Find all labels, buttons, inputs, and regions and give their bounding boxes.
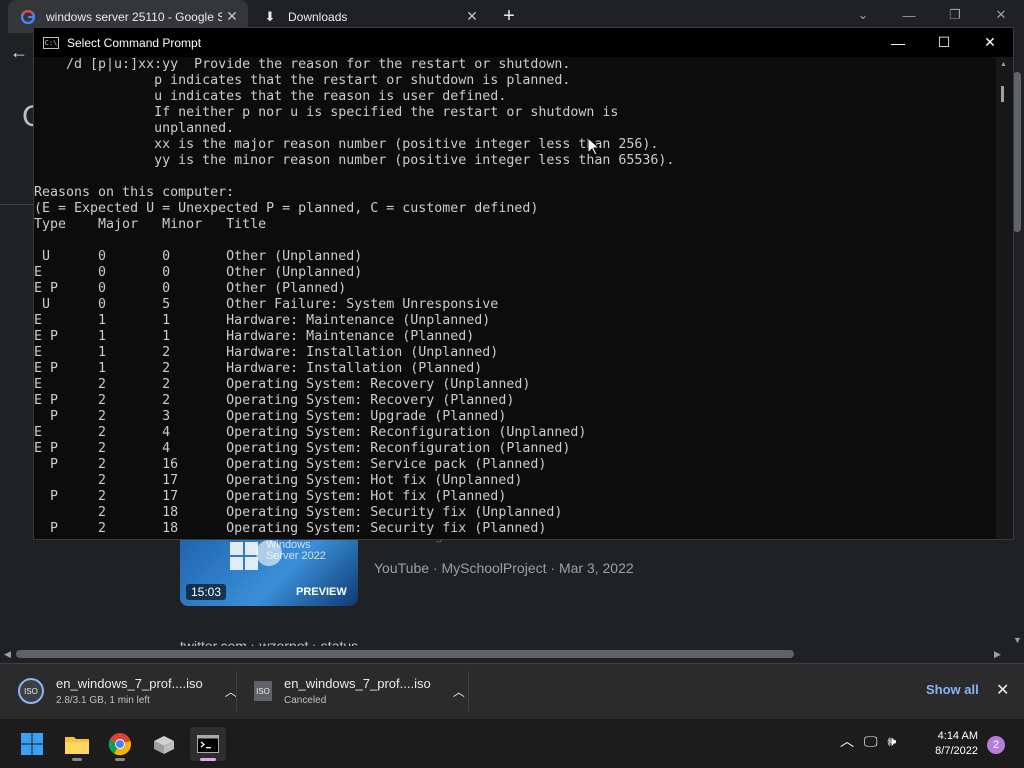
- back-arrow-icon[interactable]: ←: [10, 42, 28, 63]
- new-tab-button[interactable]: +: [498, 6, 520, 28]
- google-g-icon: [20, 9, 36, 25]
- start-button[interactable]: [14, 727, 50, 761]
- folder-icon: [65, 737, 89, 754]
- mouse-cursor-icon: [588, 138, 600, 156]
- tab-close-icon[interactable]: ✕: [222, 8, 242, 25]
- minimize-icon[interactable]: —: [886, 0, 932, 30]
- scrollbar-thumb[interactable]: [1013, 72, 1021, 232]
- tab-title: Downloads: [288, 9, 348, 24]
- iso-file-icon: ISO: [254, 681, 272, 701]
- chrome-icon: [108, 733, 132, 756]
- cmd-minimize-button[interactable]: —: [875, 28, 921, 57]
- restore-icon[interactable]: ❐: [932, 0, 978, 30]
- cmd-maximize-button[interactable]: ☐: [921, 28, 967, 57]
- cmd-scrollbar[interactable]: ▲: [996, 57, 1013, 539]
- chevron-up-icon[interactable]: ︿: [225, 683, 237, 700]
- divider: [0, 204, 33, 205]
- taskbar-command-prompt[interactable]: [190, 727, 226, 761]
- scroll-left-icon[interactable]: ◀: [4, 649, 11, 660]
- scrollbar-thumb[interactable]: [16, 650, 794, 658]
- server-icon: [154, 736, 174, 754]
- video-duration: 15:03: [186, 584, 227, 600]
- download-item[interactable]: ISO en_windows_7_prof....iso 2.8/3.1 GB,…: [18, 663, 237, 719]
- cmd-window-title: Select Command Prompt: [67, 35, 202, 50]
- download-item[interactable]: ISO en_windows_7_prof....iso Canceled ︿: [254, 663, 465, 719]
- download-filename: en_windows_7_prof....iso: [284, 676, 431, 691]
- windows-logo-icon: [21, 733, 43, 755]
- iso-file-icon: ISO: [18, 678, 44, 704]
- taskbar-clock[interactable]: 4:14 AM 8/7/2022: [922, 729, 978, 759]
- close-icon[interactable]: ✕: [978, 0, 1024, 30]
- terminal-icon: [197, 735, 219, 753]
- download-status: Canceled: [284, 695, 327, 706]
- windows-logo-icon: [230, 542, 258, 570]
- notification-badge[interactable]: 2: [987, 736, 1005, 754]
- cmd-app-icon: C:\: [43, 36, 59, 49]
- taskbar-file-explorer[interactable]: [59, 727, 95, 761]
- scroll-up-icon[interactable]: ▲: [1000, 61, 1007, 68]
- video-preview-label: PREVIEW: [296, 586, 347, 598]
- close-shelf-icon[interactable]: ✕: [996, 680, 1009, 700]
- active-indicator: [200, 758, 216, 761]
- chevron-up-icon[interactable]: ︿: [453, 683, 465, 700]
- system-tray: ︿ 🖵 🕪: [840, 731, 896, 751]
- youtube-meta: YouTube · MySchoolProject · Mar 3, 2022: [374, 560, 634, 576]
- divider: [468, 671, 469, 711]
- clock-date: 8/7/2022: [935, 745, 978, 757]
- chevron-up-icon[interactable]: ︿: [840, 731, 854, 751]
- show-all-button[interactable]: Show all: [914, 676, 991, 703]
- clock-time: 4:14 AM: [937, 730, 978, 742]
- tab-title: windows server 25110 - Google S: [46, 9, 222, 24]
- console-text: /d [p|u:]xx:yy Provide the reason for th…: [34, 57, 675, 536]
- page-horizontal-scrollbar[interactable]: ◀ ▶: [0, 646, 1010, 662]
- running-indicator: [72, 758, 82, 761]
- video-thumb-text: Windows Server 2022: [266, 539, 326, 562]
- running-indicator: [115, 758, 125, 761]
- divider: [236, 671, 237, 711]
- volume-icon[interactable]: 🕪: [888, 733, 897, 750]
- command-prompt-window[interactable]: C:\ Select Command Prompt — ☐ ✕ /d [p|u:…: [33, 27, 1014, 540]
- taskbar-app[interactable]: [146, 727, 182, 761]
- cmd-titlebar[interactable]: C:\ Select Command Prompt: [34, 28, 1013, 57]
- scroll-right-icon[interactable]: ▶: [994, 649, 1001, 660]
- taskbar-chrome[interactable]: [102, 727, 138, 761]
- cmd-console-output[interactable]: /d [p|u:]xx:yy Provide the reason for th…: [34, 57, 994, 539]
- network-icon[interactable]: 🖵: [864, 733, 878, 750]
- scroll-down-icon[interactable]: ▼: [1013, 635, 1022, 645]
- download-filename: en_windows_7_prof....iso: [56, 676, 203, 691]
- scrollbar-thumb[interactable]: [1001, 86, 1004, 102]
- cmd-close-button[interactable]: ✕: [967, 28, 1013, 57]
- tab-close-icon[interactable]: ✕: [462, 8, 482, 25]
- download-status: 2.8/3.1 GB, 1 min left: [56, 695, 150, 706]
- download-icon: ⬇: [264, 8, 276, 24]
- tab-search-icon[interactable]: ⌄: [840, 0, 886, 30]
